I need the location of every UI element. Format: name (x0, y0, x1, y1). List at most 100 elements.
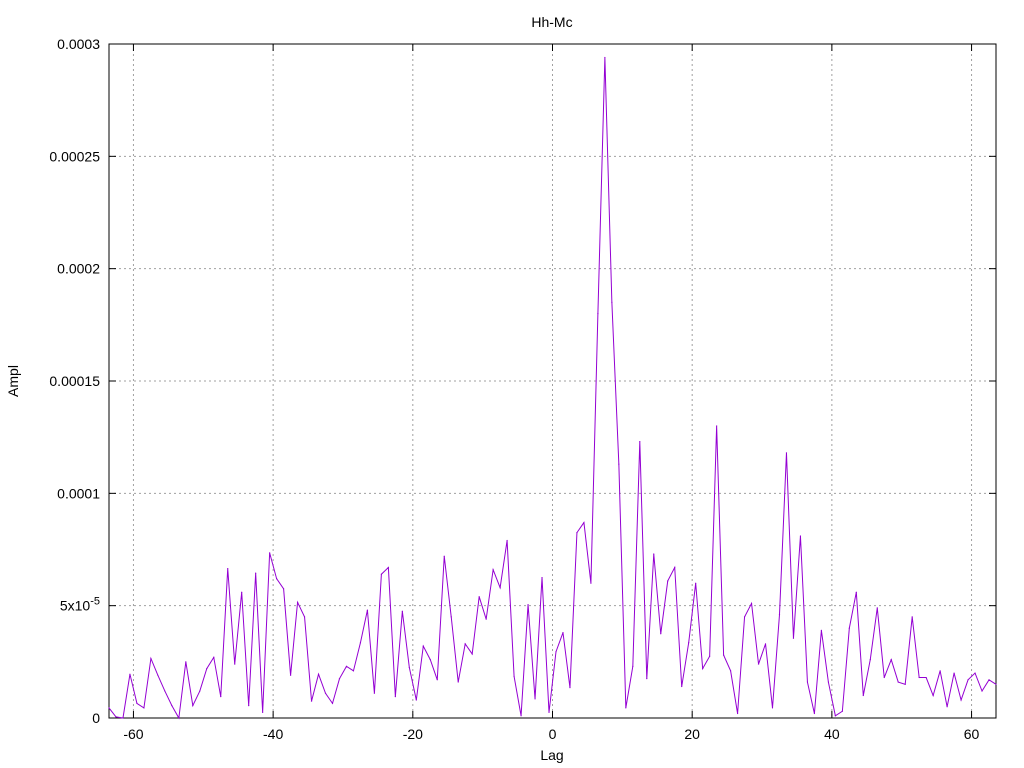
data-point (548, 711, 550, 713)
data-point (380, 573, 382, 575)
data-point (338, 678, 341, 680)
data-point (883, 676, 885, 679)
data-point (841, 710, 843, 712)
data-point (792, 637, 795, 639)
data-point (681, 685, 683, 688)
data-point (457, 681, 459, 683)
data-point (688, 642, 690, 644)
data-point (310, 700, 313, 702)
data-point (764, 643, 767, 645)
data-point (443, 555, 445, 557)
data-point (373, 692, 375, 694)
data-point (324, 692, 327, 694)
x-tick-label: 40 (824, 726, 840, 742)
y-tick-label: 0 (92, 710, 100, 726)
x-tick-label: -20 (403, 726, 423, 742)
data-point (569, 687, 571, 689)
data-point (255, 572, 257, 574)
data-point (813, 712, 816, 715)
data-point (925, 676, 927, 679)
data-point (911, 616, 913, 618)
data-point (394, 696, 396, 698)
data-point (422, 645, 424, 647)
x-tick-labels: -60 -40 -20 0 20 40 60 (123, 726, 979, 742)
data-point (785, 452, 788, 454)
data-point (555, 651, 557, 653)
data-point (716, 425, 718, 427)
data-point (283, 588, 285, 590)
data-point (667, 580, 669, 582)
data-point (876, 607, 878, 609)
data-point (206, 667, 208, 670)
data-point (625, 707, 627, 709)
data-point (345, 665, 348, 667)
data-point (115, 716, 117, 718)
data-point (387, 566, 389, 569)
x-tick-label: -40 (263, 726, 283, 742)
data-point (646, 678, 648, 680)
data-point (185, 661, 187, 663)
data-point (611, 301, 613, 303)
data-point (806, 681, 809, 683)
data-point (736, 712, 739, 715)
data-point (227, 568, 229, 570)
data-point (108, 707, 110, 709)
data-point (653, 553, 655, 555)
data-point (757, 663, 760, 665)
data-point (562, 632, 564, 634)
data-point (429, 658, 431, 661)
data-point (869, 658, 871, 661)
x-tick-label: 60 (964, 726, 980, 742)
data-point (583, 521, 585, 524)
data-point (136, 702, 138, 705)
data-point (150, 657, 152, 660)
data-point (289, 674, 292, 676)
y-tick-label: 0.0003 (57, 36, 100, 52)
data-point (450, 616, 452, 618)
data-point (960, 699, 962, 701)
data-point (269, 552, 271, 554)
data-point (366, 609, 369, 611)
x-tick-label: 20 (684, 726, 700, 742)
data-point (932, 694, 934, 697)
data-point (171, 705, 173, 707)
data-point (939, 670, 941, 672)
y-tick-label: 0.0002 (57, 261, 100, 277)
data-point (527, 603, 529, 606)
x-axis-label: Lag (540, 747, 563, 763)
data-point (576, 532, 578, 534)
data-point (890, 658, 892, 661)
data-point (967, 679, 969, 681)
y-tick-labels: 0 5x10-5 0.0001 0.00015 0.0002 0.00025 0.0003 (49, 36, 100, 726)
data-point (303, 616, 306, 618)
data-point (695, 582, 697, 584)
x-tick-label: -60 (123, 726, 143, 742)
series-line (108, 57, 997, 720)
data-point (702, 667, 704, 670)
data-point (234, 663, 236, 665)
data-point (855, 591, 857, 593)
data-point (499, 587, 501, 589)
data-point (995, 683, 997, 685)
data-point (674, 566, 676, 569)
data-point (834, 715, 836, 717)
data-point (730, 670, 732, 672)
data-point (485, 618, 487, 620)
data-point (436, 679, 438, 681)
y-tick-label: 0.00015 (49, 373, 100, 389)
data-point (401, 610, 403, 612)
data-point (820, 629, 822, 631)
y-axis-label: Ampl (5, 365, 21, 397)
data-point (946, 706, 948, 708)
data-point (988, 679, 990, 681)
chart-title: Hh-Mc (531, 14, 572, 30)
data-point (471, 653, 473, 655)
data-point (827, 681, 829, 683)
data-point (415, 699, 417, 701)
data-point (778, 614, 781, 616)
data-point (248, 705, 250, 707)
data-point (904, 683, 906, 685)
data-point (359, 642, 362, 644)
data-point (848, 627, 850, 629)
data-point (122, 717, 124, 719)
